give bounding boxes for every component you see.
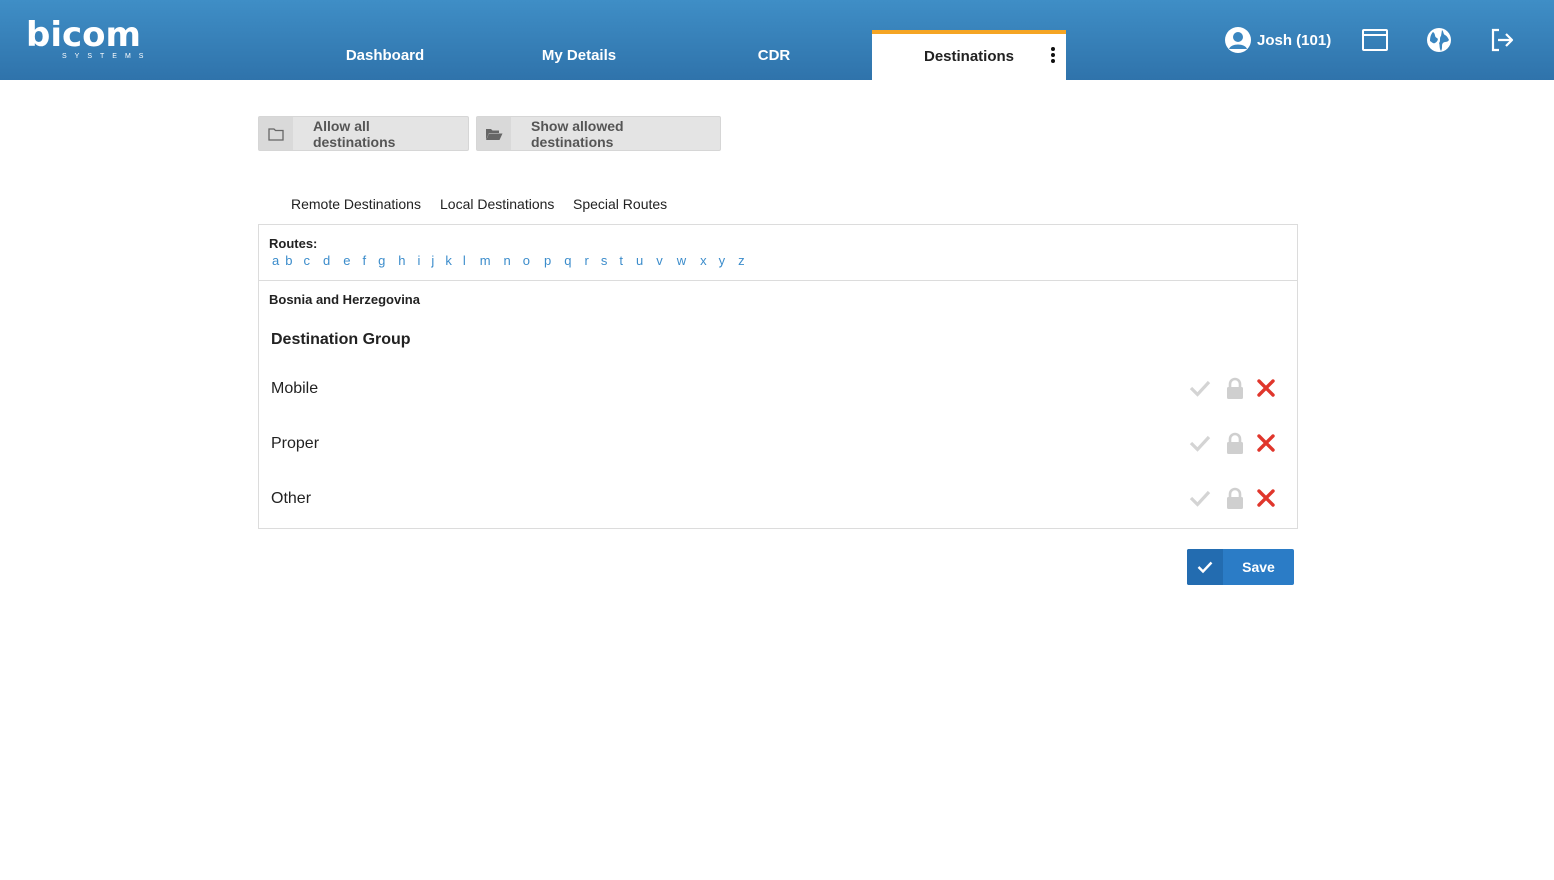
route-letter-v[interactable]: v — [656, 253, 663, 268]
destination-group-title: Destination Group — [271, 331, 411, 348]
route-letter-a[interactable]: a — [272, 253, 279, 268]
tab-destinations[interactable]: Destinations — [872, 30, 1066, 80]
route-letter-s[interactable]: s — [601, 253, 608, 268]
folder-icon — [259, 117, 293, 150]
allow-check-icon[interactable] — [1188, 486, 1212, 510]
destination-row-other: Other — [259, 480, 1297, 520]
tab-dashboard[interactable]: Dashboard — [288, 30, 482, 80]
user-menu[interactable]: Josh (101) — [1224, 26, 1331, 54]
folder-open-icon — [477, 117, 511, 150]
allow-all-destinations-button[interactable]: Allow all destinations — [258, 116, 469, 151]
route-letter-w[interactable]: w — [677, 253, 686, 268]
route-letter-c[interactable]: c — [303, 253, 310, 268]
route-letter-e[interactable]: e — [343, 253, 350, 268]
route-letter-b[interactable]: b — [285, 253, 292, 268]
destination-label: Mobile — [271, 380, 319, 397]
destination-row-proper: Proper — [259, 425, 1297, 465]
more-options-icon[interactable] — [1048, 47, 1058, 65]
route-letter-l[interactable]: l — [463, 253, 466, 268]
route-letter-h[interactable]: h — [398, 253, 405, 268]
check-icon — [1187, 549, 1223, 585]
subtab-remote-destinations[interactable]: Remote Destinations — [291, 196, 421, 212]
lock-icon[interactable] — [1223, 431, 1247, 455]
subtab-local-destinations[interactable]: Local Destinations — [440, 196, 554, 212]
globe-icon[interactable] — [1425, 26, 1453, 54]
route-letter-k[interactable]: k — [445, 253, 452, 268]
logout-icon[interactable] — [1488, 26, 1516, 54]
route-letter-o[interactable]: o — [523, 253, 530, 268]
save-button[interactable]: Save — [1187, 549, 1294, 585]
allow-check-icon[interactable] — [1188, 376, 1212, 400]
route-letter-t[interactable]: t — [619, 253, 623, 268]
route-letter-f[interactable]: f — [362, 253, 366, 268]
routes-filter: Routes: abcdefghijklmnopqrstuvwxyz — [259, 225, 1297, 281]
lock-icon[interactable] — [1223, 486, 1247, 510]
destination-label: Other — [271, 490, 312, 507]
route-letter-x[interactable]: x — [700, 253, 707, 268]
deny-x-icon[interactable] — [1254, 486, 1278, 510]
destinations-panel: Routes: abcdefghijklmnopqrstuvwxyz Bosni… — [258, 224, 1298, 529]
bicom-logo[interactable]: bicom SYSTEMS — [26, 16, 150, 66]
user-avatar-icon — [1225, 27, 1251, 53]
route-letter-y[interactable]: y — [719, 253, 726, 268]
allow-check-icon[interactable] — [1188, 431, 1212, 455]
logo-text: bicom — [26, 15, 141, 55]
deny-x-icon[interactable] — [1254, 376, 1278, 400]
tab-my-details[interactable]: My Details — [482, 30, 676, 80]
lock-icon[interactable] — [1223, 376, 1247, 400]
subtab-special-routes[interactable]: Special Routes — [573, 196, 667, 212]
route-letter-i[interactable]: i — [418, 253, 421, 268]
route-letter-d[interactable]: d — [323, 253, 330, 268]
routes-letter-list: abcdefghijklmnopqrstuvwxyz — [269, 253, 1297, 268]
destination-row-mobile: Mobile — [259, 370, 1297, 410]
route-letter-u[interactable]: u — [636, 253, 643, 268]
country-name: Bosnia and Herzegovina — [269, 292, 420, 307]
route-letter-q[interactable]: q — [564, 253, 571, 268]
routes-title: Routes: — [269, 236, 318, 251]
show-allowed-label: Show allowed destinations — [531, 117, 624, 150]
top-header: bicom SYSTEMS Dashboard My Details CDR D… — [0, 0, 1554, 80]
logo-subtext: SYSTEMS — [62, 53, 152, 60]
user-name: Josh (101) — [1257, 31, 1332, 49]
allow-all-label: Allow all destinations — [312, 117, 396, 150]
route-letter-z[interactable]: z — [738, 253, 745, 268]
save-label: Save — [1242, 559, 1275, 575]
tab-destinations-label: Destinations — [923, 48, 1014, 65]
route-letter-p[interactable]: p — [544, 253, 551, 268]
route-letter-g[interactable]: g — [378, 253, 385, 268]
tab-cdr[interactable]: CDR — [677, 30, 871, 80]
route-letter-r[interactable]: r — [584, 253, 588, 268]
destination-label: Proper — [271, 435, 320, 452]
route-letter-j[interactable]: j — [431, 253, 434, 268]
window-icon[interactable] — [1361, 26, 1389, 54]
show-allowed-destinations-button[interactable]: Show allowed destinations — [476, 116, 721, 151]
route-letter-m[interactable]: m — [480, 253, 491, 268]
deny-x-icon[interactable] — [1254, 431, 1278, 455]
route-letter-n[interactable]: n — [504, 253, 511, 268]
